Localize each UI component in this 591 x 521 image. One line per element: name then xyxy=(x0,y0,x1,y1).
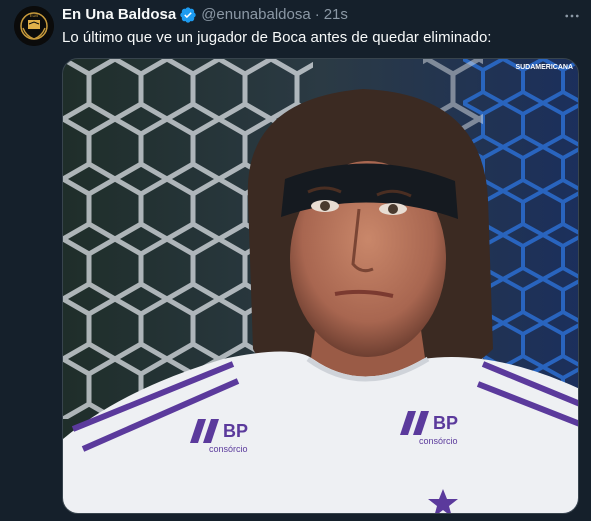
author-handle[interactable]: @enunabaldosa xyxy=(201,5,310,25)
goalkeeper-photo: BP consórcio BP consórcio SUDAMERICANA xyxy=(63,59,578,513)
author-name[interactable]: En Una Baldosa xyxy=(62,5,176,25)
svg-text:BP: BP xyxy=(223,421,248,441)
svg-text:BP: BP xyxy=(433,413,458,433)
svg-text:consórcio: consórcio xyxy=(209,444,248,454)
more-dots-icon xyxy=(565,14,579,18)
svg-text:EUB: EUB xyxy=(30,13,39,18)
svg-text:consórcio: consórcio xyxy=(419,436,458,446)
author-avatar[interactable]: EUB xyxy=(14,6,54,46)
tweet-media-image[interactable]: BP consórcio BP consórcio SUDAMERICANA xyxy=(62,58,579,514)
tweet-header: En Una Baldosa @enunabaldosa · 21s xyxy=(62,5,348,25)
verified-badge-icon xyxy=(179,6,197,24)
more-options-button[interactable] xyxy=(562,6,582,26)
tweet[interactable]: EUB En Una Baldosa @enunabaldosa · 21s L… xyxy=(0,0,591,521)
separator-dot: · xyxy=(314,6,320,23)
baldosa-logo-icon: EUB xyxy=(14,6,54,46)
tweet-timestamp[interactable]: 21s xyxy=(324,5,348,25)
tweet-text: Lo último que ve un jugador de Boca ante… xyxy=(62,29,492,46)
broadcast-watermark: SUDAMERICANA xyxy=(515,64,573,71)
